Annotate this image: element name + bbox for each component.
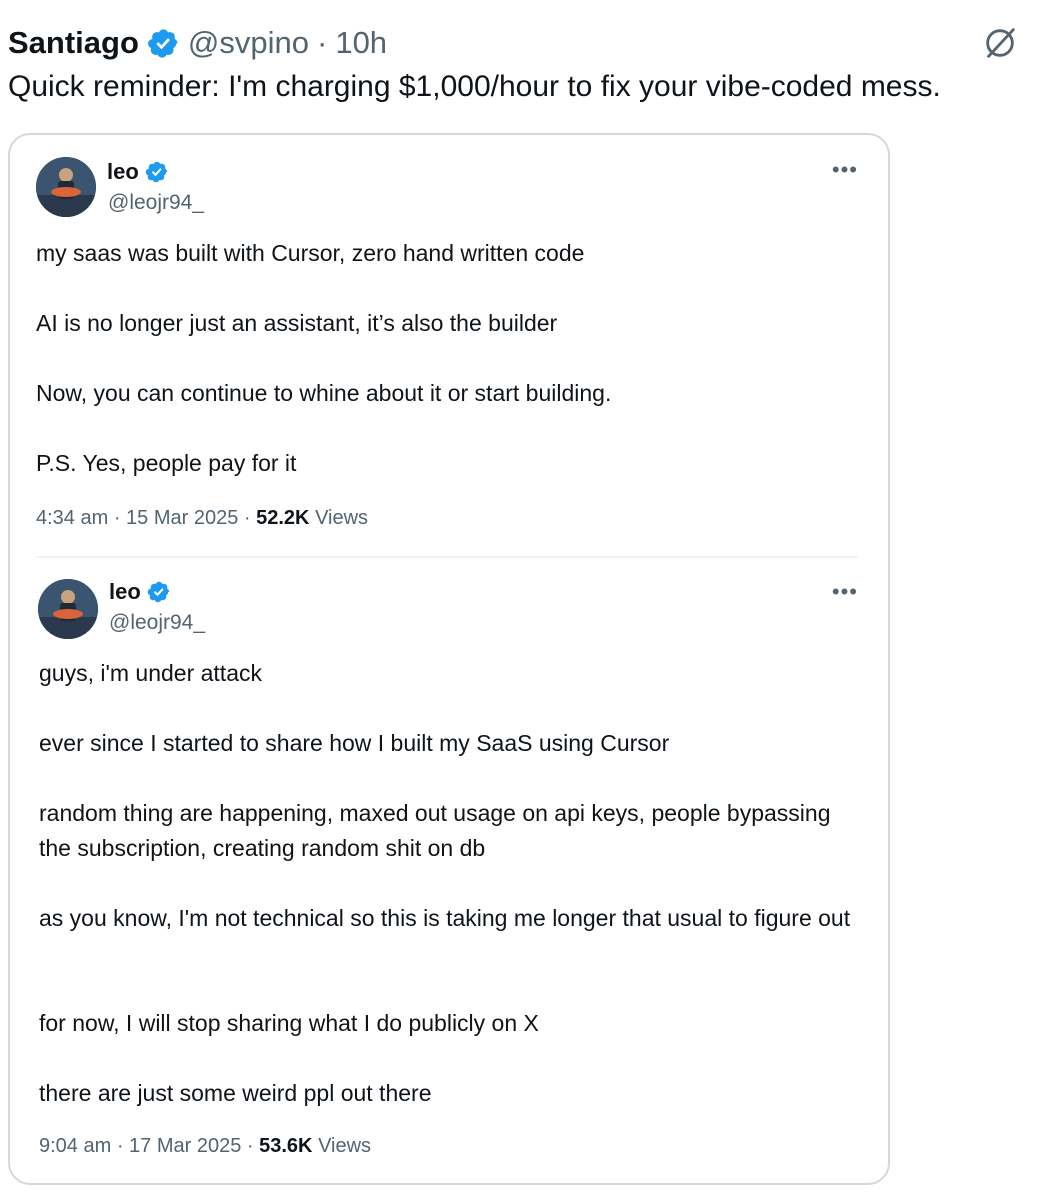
- tweet-paragraph: my saas was built with Cursor, zero hand…: [36, 240, 585, 266]
- tweet-text: Quick reminder: I'm charging $1,000/hour…: [8, 70, 941, 103]
- meta-separator: ·: [243, 507, 257, 529]
- avatar[interactable]: [38, 579, 98, 639]
- quoted-author: leo: [109, 579, 171, 605]
- tweet-header: Santiago @svpino · 10h: [8, 22, 387, 64]
- meta-separator: ·: [116, 1135, 130, 1157]
- tweet-paragraph: there are just some weird ppl out there: [39, 1080, 432, 1106]
- meta-separator: ·: [246, 1135, 260, 1157]
- views-label: Views: [318, 1135, 372, 1157]
- grok-icon[interactable]: [981, 24, 1019, 62]
- avatar-image: [38, 579, 98, 639]
- verified-badge-icon: [145, 161, 168, 183]
- tweet-time[interactable]: 4:34 am: [36, 507, 108, 529]
- quoted-author-name[interactable]: leo: [109, 579, 141, 605]
- tweet-meta: 9:04 am · 17 Mar 2025 · 53.6K Views: [39, 1135, 371, 1158]
- quoted-author: leo: [107, 159, 169, 185]
- tweet-paragraph: guys, i'm under attack: [39, 660, 262, 686]
- tweet-paragraph: Now, you can continue to whine about it …: [36, 380, 612, 406]
- quoted-tweet: leo @leojr94_ ••• my saas was built with…: [10, 135, 888, 560]
- views-label: Views: [315, 507, 369, 529]
- tweet-date[interactable]: 15 Mar 2025: [126, 507, 238, 529]
- author-name[interactable]: Santiago: [8, 25, 139, 61]
- quoted-author-name[interactable]: leo: [107, 159, 139, 185]
- views-count: 53.6K: [259, 1135, 313, 1157]
- tweet-time[interactable]: 9:04 am: [39, 1135, 111, 1157]
- quoted-author-handle[interactable]: @leojr94_: [108, 191, 204, 215]
- tweet-paragraph: ever since I started to share how I buil…: [39, 730, 670, 756]
- tweet-paragraph: random thing are happening, maxed out us…: [39, 800, 831, 861]
- verified-badge-icon: [147, 28, 178, 58]
- meta-separator: ·: [317, 25, 328, 60]
- tweet-meta: 4:34 am · 15 Mar 2025 · 52.2K Views: [36, 507, 368, 530]
- quoted-tweet-card[interactable]: leo @leojr94_ ••• my saas was built with…: [8, 133, 890, 1185]
- avatar-image: [36, 157, 96, 217]
- author-handle[interactable]: @svpino: [188, 25, 309, 61]
- tweet-paragraph: AI is no longer just an assistant, it’s …: [36, 310, 558, 336]
- verified-badge-icon: [147, 581, 170, 603]
- quoted-tweet: leo @leojr94_ ••• guys, i'm under attack…: [10, 571, 888, 1187]
- more-options-icon[interactable]: •••: [832, 157, 858, 183]
- divider: [36, 556, 858, 558]
- tweet-paragraph: for now, I will stop sharing what I do p…: [39, 1010, 539, 1036]
- meta-separator: ·: [113, 507, 127, 529]
- tweet-paragraph: as you know, I'm not technical so this i…: [39, 905, 851, 931]
- tweet-date[interactable]: 17 Mar 2025: [129, 1135, 241, 1157]
- views-count: 52.2K: [256, 507, 310, 529]
- quoted-author-handle[interactable]: @leojr94_: [109, 611, 205, 635]
- avatar[interactable]: [36, 157, 96, 217]
- tweet-paragraph: P.S. Yes, people pay for it: [36, 450, 297, 476]
- tweet-time[interactable]: 10h: [335, 25, 387, 61]
- more-options-icon[interactable]: •••: [832, 579, 858, 605]
